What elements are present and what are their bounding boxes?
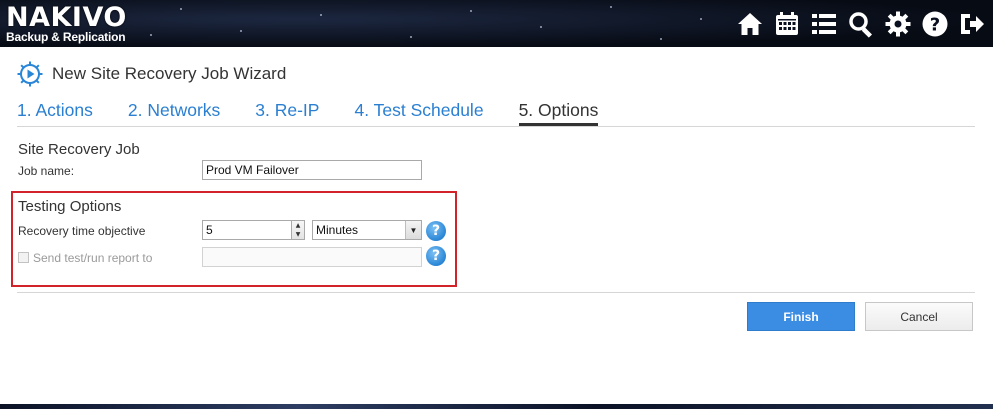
- rto-help-icon[interactable]: ?: [426, 221, 446, 241]
- home-icon[interactable]: [734, 8, 765, 39]
- play-circle-icon: [17, 61, 43, 87]
- site-recovery-job-heading: Site Recovery Job: [18, 141, 140, 158]
- logo-main-text: NAKIVO: [6, 2, 127, 33]
- report-help-icon[interactable]: ?: [426, 246, 446, 266]
- tab-networks[interactable]: 2. Networks: [128, 100, 220, 126]
- rto-label: Recovery time objective: [18, 224, 146, 238]
- chevron-down-icon: ▼: [405, 221, 421, 239]
- job-name-input[interactable]: Prod VM Failover: [202, 160, 422, 180]
- send-report-label: Send test/run report to: [33, 251, 153, 265]
- app-header: NAKIVO Backup & Replication ?: [0, 0, 993, 48]
- logout-icon[interactable]: [956, 8, 987, 39]
- testing-options-heading: Testing Options: [18, 198, 122, 215]
- report-recipients-input[interactable]: [202, 247, 422, 267]
- calendar-icon[interactable]: [771, 8, 802, 39]
- finish-button[interactable]: Finish: [747, 302, 855, 331]
- wizard-panel: New Site Recovery Job Wizard 1. Actions …: [0, 47, 993, 404]
- send-report-checkbox[interactable]: [18, 252, 29, 263]
- logo-sub-text: Backup & Replication: [6, 30, 126, 44]
- stepper-up-icon[interactable]: ▲: [292, 221, 304, 230]
- svg-text:?: ?: [929, 14, 939, 35]
- rto-unit-value: Minutes: [316, 223, 359, 237]
- rto-value-input[interactable]: 5: [202, 220, 292, 240]
- wizard-title-row: New Site Recovery Job Wizard: [17, 61, 286, 87]
- search-icon[interactable]: [845, 8, 876, 39]
- nakivo-logo[interactable]: NAKIVO Backup & Replication: [6, 2, 127, 44]
- background-strip: [0, 404, 993, 409]
- wizard-title: New Site Recovery Job Wizard: [52, 64, 287, 83]
- tabs-divider: [17, 126, 975, 127]
- tab-test-schedule[interactable]: 4. Test Schedule: [354, 100, 483, 126]
- tab-re-ip[interactable]: 3. Re-IP: [255, 100, 319, 126]
- wizard-tabs: 1. Actions 2. Networks 3. Re-IP 4. Test …: [17, 100, 633, 126]
- header-nav: ?: [734, 8, 987, 39]
- rto-unit-select[interactable]: Minutes ▼: [312, 220, 422, 240]
- rto-stepper[interactable]: ▲ ▼: [291, 220, 305, 240]
- job-name-label: Job name:: [18, 164, 75, 178]
- stepper-down-icon[interactable]: ▼: [292, 230, 304, 239]
- footer-divider: [17, 292, 975, 293]
- help-icon[interactable]: ?: [919, 8, 950, 39]
- cancel-button[interactable]: Cancel: [865, 302, 973, 331]
- list-icon[interactable]: [808, 8, 839, 39]
- gear-icon[interactable]: [882, 8, 913, 39]
- tab-actions[interactable]: 1. Actions: [17, 100, 93, 126]
- tab-options[interactable]: 5. Options: [518, 100, 599, 126]
